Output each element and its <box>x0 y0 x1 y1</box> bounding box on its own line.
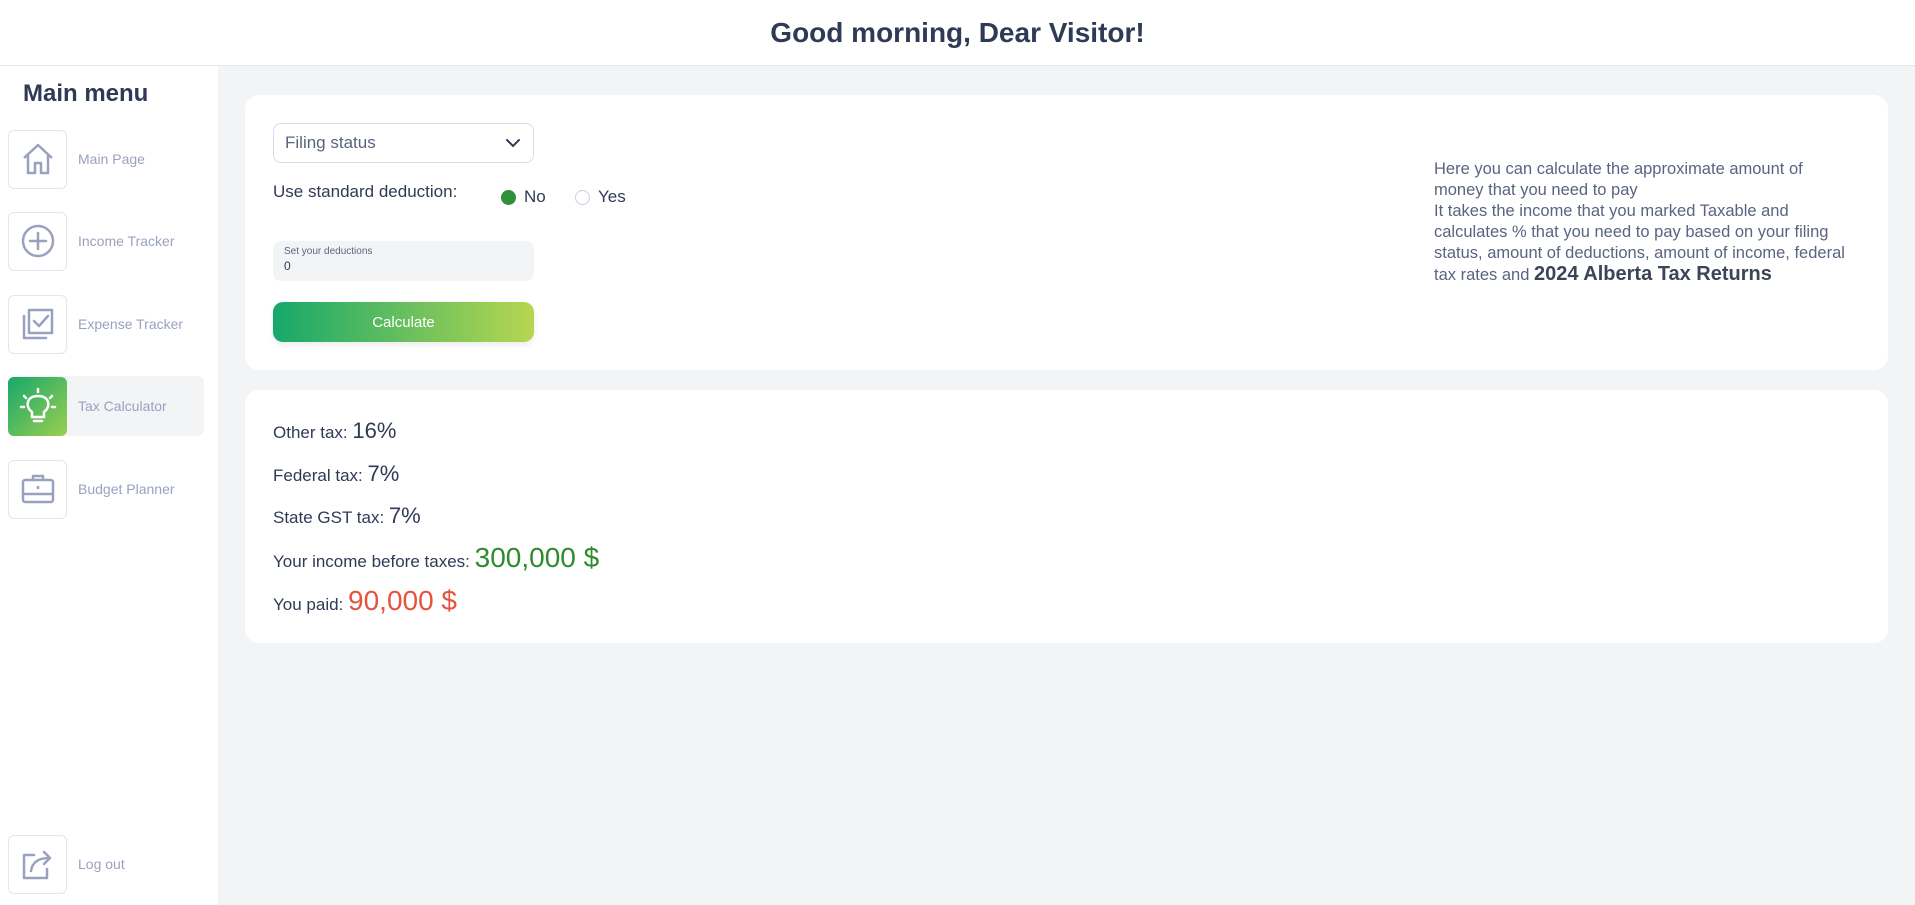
deductions-label: Set your deductions <box>284 246 373 257</box>
info-text: Here you can calculate the approximate a… <box>1434 159 1854 286</box>
plus-circle-icon <box>8 211 67 271</box>
sidebar-item-label: Tax Calculator <box>78 398 167 414</box>
income-row: Your income before taxes: 300,000 $ <box>273 542 599 574</box>
radio-yes-dot[interactable] <box>575 189 590 205</box>
share-icon <box>8 834 67 894</box>
results-card: Other tax: 16% Federal tax: 7% State GST… <box>245 390 1888 643</box>
top-header: Good morning, Dear Visitor! <box>0 0 1915 66</box>
filing-status-value: Filing status <box>285 133 376 152</box>
sidebar-item-expense-tracker[interactable]: Expense Tracker <box>8 294 204 354</box>
info-highlight: 2024 Alberta Tax Returns <box>1533 263 1772 285</box>
income-label: Your income before taxes: <box>273 552 470 571</box>
main-content: Filing status Use standard deduction: No… <box>218 66 1915 905</box>
sidebar-item-tax-calculator[interactable]: Tax Calculator <box>8 376 204 436</box>
radio-yes[interactable]: Yes <box>575 187 626 207</box>
paid-value: 90,000 $ <box>348 585 458 616</box>
sidebar: Main menu Main Page Income Tracker Expen… <box>0 66 218 905</box>
sidebar-item-label: Expense Tracker <box>78 316 184 332</box>
state-tax-label: State GST tax: <box>273 508 385 527</box>
sidebar-item-main-page[interactable]: Main Page <box>8 129 204 189</box>
checkbox-icon <box>8 294 67 354</box>
briefcase-icon <box>8 459 67 519</box>
income-value: 300,000 $ <box>474 542 600 573</box>
state-tax-value: 7% <box>388 503 421 528</box>
sidebar-item-budget-planner[interactable]: Budget Planner <box>8 459 204 519</box>
calculate-button[interactable]: Calculate <box>273 302 534 342</box>
other-tax-label: Other tax: <box>273 423 348 442</box>
sidebar-item-label: Budget Planner <box>78 481 175 497</box>
state-tax-row: State GST tax: 7% <box>273 503 421 529</box>
other-tax-row: Other tax: 16% <box>273 418 396 444</box>
radio-yes-label: Yes <box>598 187 626 206</box>
home-icon <box>8 129 67 189</box>
logout-label: Log out <box>78 856 125 872</box>
standard-deduction-label: Use standard deduction: <box>273 182 458 201</box>
radio-no-label: No <box>524 187 546 206</box>
radio-no-dot[interactable] <box>501 189 516 205</box>
deductions-field[interactable]: Set your deductions <box>273 241 534 281</box>
paid-label: You paid: <box>273 595 344 614</box>
federal-tax-label: Federal tax: <box>273 466 363 485</box>
calculator-card: Filing status Use standard deduction: No… <box>245 95 1888 370</box>
lightbulb-icon <box>8 376 67 436</box>
sidebar-item-income-tracker[interactable]: Income Tracker <box>8 211 204 271</box>
filing-status-select[interactable]: Filing status <box>273 123 534 163</box>
federal-tax-value: 7% <box>367 461 400 486</box>
federal-tax-row: Federal tax: 7% <box>273 461 399 487</box>
chevron-down-icon <box>506 139 520 148</box>
main-menu-title: Main menu <box>23 80 149 107</box>
deductions-input[interactable] <box>284 259 523 273</box>
radio-no[interactable]: No <box>501 187 546 207</box>
sidebar-item-label: Main Page <box>78 151 145 167</box>
paid-row: You paid: 90,000 $ <box>273 585 457 617</box>
greeting-title: Good morning, Dear Visitor! <box>770 16 1145 48</box>
sidebar-item-label: Income Tracker <box>78 233 175 249</box>
other-tax-value: 16% <box>352 418 397 443</box>
logout-button[interactable]: Log out <box>8 834 204 894</box>
info-line-1: Here you can calculate the approximate a… <box>1434 160 1803 199</box>
